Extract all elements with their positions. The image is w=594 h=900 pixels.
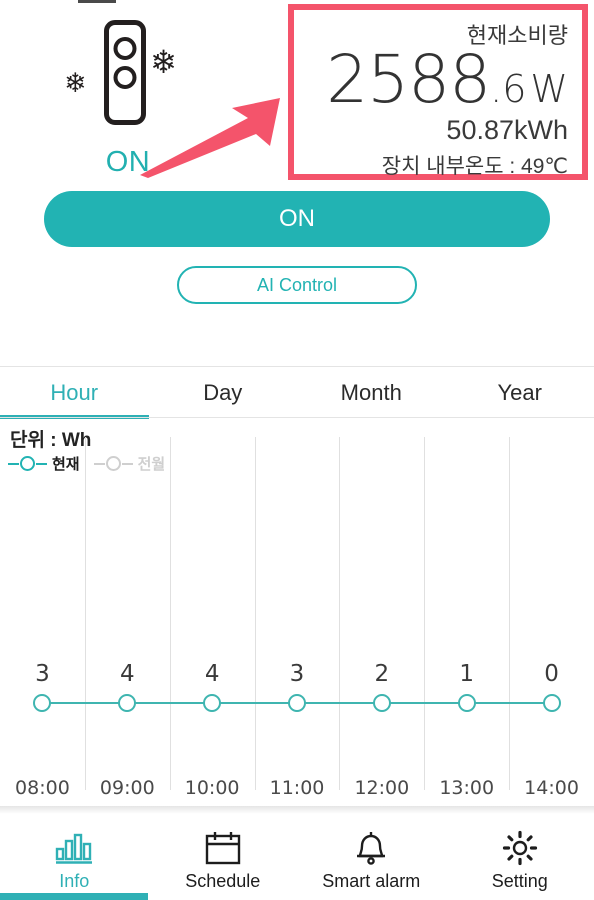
calendar-icon [204, 827, 242, 869]
power-value-integer: 2588 [326, 41, 491, 118]
nav-item-label: Smart alarm [322, 870, 421, 891]
data-point[interactable] [372, 694, 391, 712]
nav-item-smart-alarm[interactable]: Smart alarm [297, 814, 446, 900]
nav-item-schedule[interactable]: Schedule [149, 814, 298, 900]
nav-active-indicator [0, 893, 148, 900]
gear-icon [501, 827, 539, 869]
nav-item-label: Schedule [185, 870, 261, 891]
bottom-navigation: Info Schedule Smart alarm Setting [0, 814, 594, 900]
nav-item-setting[interactable]: Setting [446, 814, 594, 900]
chart-bottom-shadow [0, 806, 594, 814]
bell-icon [354, 827, 388, 869]
tab-year[interactable]: Year [446, 367, 594, 419]
data-point[interactable] [457, 694, 476, 712]
nav-item-label: Info [59, 870, 90, 891]
period-tab-bar: Hour Day Month Year [0, 367, 594, 419]
nav-item-label: Setting [491, 870, 548, 891]
snowflake-icon-left: ❄ [64, 68, 87, 98]
tabs-bottom-divider [0, 417, 594, 418]
data-point-label: 4 [204, 661, 220, 687]
power-value-fraction: .6 [490, 67, 527, 111]
nav-item-info[interactable]: Info [0, 814, 149, 900]
x-axis-tick-label: 09:00 [99, 777, 155, 799]
tab-month[interactable]: Month [297, 367, 446, 419]
power-consumption-panel: 현재소비량 2588.6 W 50.87kWh 장치 내부온도 : 49℃ [288, 4, 588, 180]
data-point[interactable] [118, 694, 137, 712]
data-point-label: 2 [374, 661, 390, 687]
power-value-unit: W [530, 67, 568, 111]
tab-day[interactable]: Day [149, 367, 298, 419]
data-point-label: 0 [544, 661, 559, 687]
tab-hour[interactable]: Hour [0, 367, 149, 419]
cumulative-energy-value: 50.87kWh [446, 114, 568, 145]
ai-control-button[interactable]: AI Control [177, 266, 417, 304]
cropped-element-edge [78, 0, 116, 3]
x-axis-tick-label: 08:00 [15, 777, 70, 799]
x-axis-tick-label: 11:00 [269, 777, 325, 799]
power-toggle-button[interactable]: ON [44, 191, 550, 247]
data-point[interactable] [288, 694, 306, 712]
data-point[interactable] [203, 694, 222, 712]
data-point-label: 1 [459, 661, 475, 687]
red-pointer-arrow [140, 98, 280, 178]
consumption-chart: 단위 : Wh 현재 전월 3 08:00 4 09:00 4 10:00 3 11:00 2 12… [0, 419, 594, 810]
data-point[interactable] [542, 694, 561, 712]
data-point[interactable] [33, 694, 52, 712]
power-value-row: 2588.6 W [294, 47, 568, 113]
snowflake-icon-right: ❄ [150, 44, 177, 80]
device-vent-bottom [113, 66, 137, 89]
x-axis-tick-label: 10:00 [184, 777, 240, 799]
x-axis-tick-label: 12:00 [354, 777, 410, 799]
internal-temperature: 장치 내부온도 : 49℃ [381, 154, 568, 178]
x-axis-tick-label: 13:00 [439, 777, 495, 799]
app-root: ❄ ❄ ON 현재소비량 2588.6 W 50.87kWh 장치 내부온도 : … [0, 0, 594, 900]
chart-series-current: 3 08:00 4 09:00 4 10:00 3 11:00 2 12:00 1 13:00 0 14:… [0, 419, 594, 810]
x-axis-tick-label: 14:00 [524, 777, 579, 799]
data-point-label: 3 [35, 661, 50, 687]
device-vent-top [113, 37, 137, 60]
device-status-area: ❄ ❄ ON 현재소비량 2588.6 W 50.87kWh 장치 내부온도 : … [0, 0, 594, 190]
data-point-label: 3 [289, 661, 305, 687]
data-point-label: 4 [119, 661, 135, 687]
bar-chart-icon [54, 827, 94, 869]
